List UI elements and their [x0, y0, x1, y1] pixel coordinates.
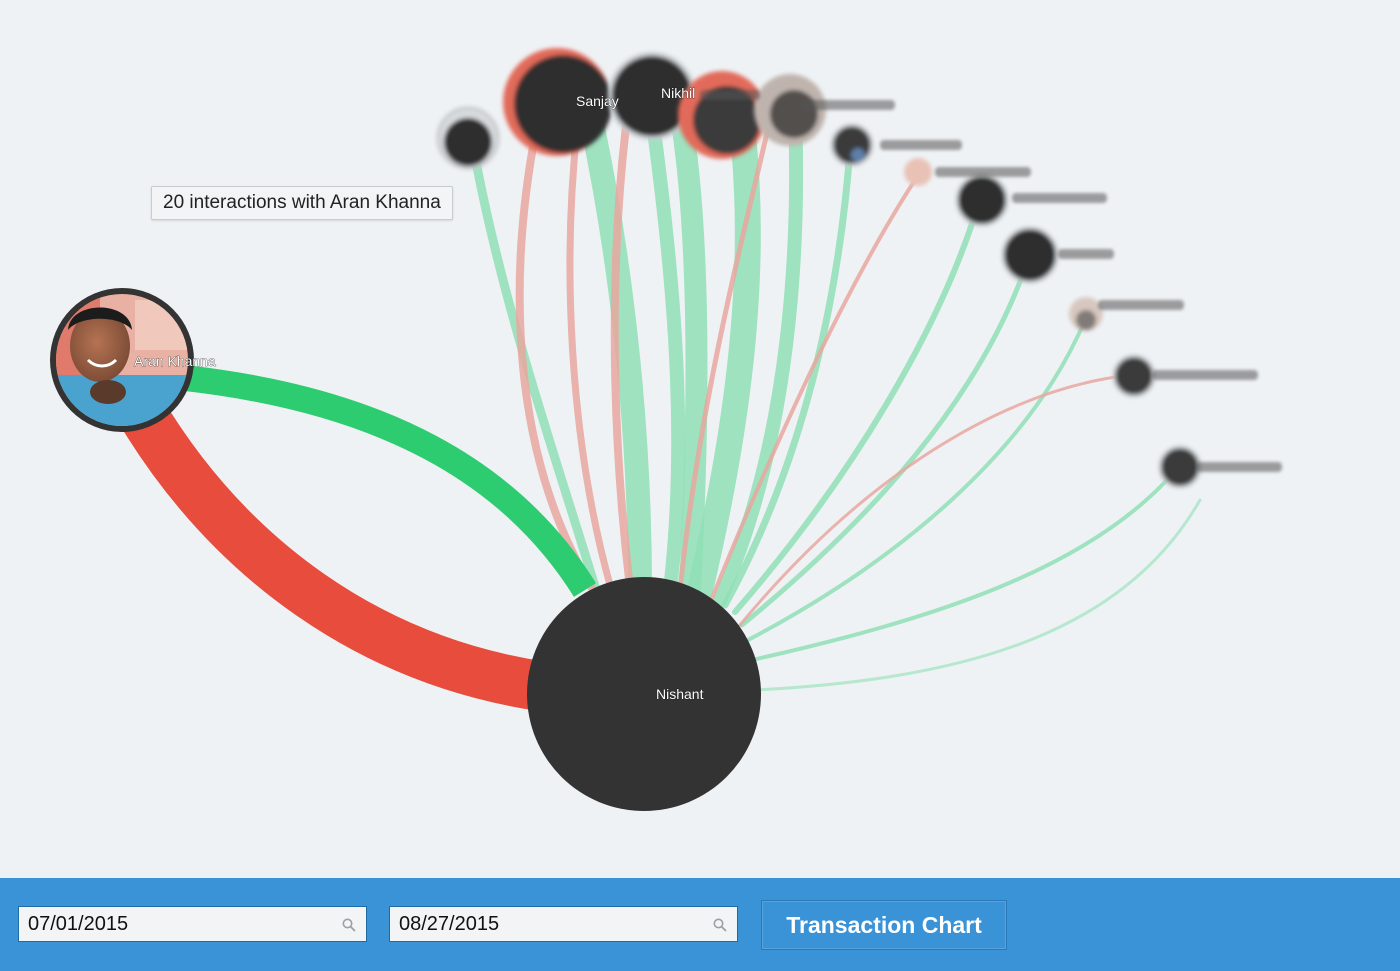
node-dark-1[interactable] [955, 173, 1009, 227]
nikhil-label: Nikhil [661, 85, 695, 101]
edge-green [750, 468, 1178, 662]
start-date-field[interactable] [18, 906, 367, 942]
node-dark-3[interactable] [1112, 354, 1156, 398]
start-date-input[interactable] [19, 907, 366, 941]
end-date-field[interactable] [389, 906, 738, 942]
sanjay-label: Sanjay [576, 93, 619, 109]
search-icon[interactable] [713, 918, 727, 932]
edge-green [746, 318, 1087, 642]
edge-red [738, 373, 1132, 627]
node-group [436, 48, 1202, 489]
node-pale-1[interactable] [1069, 297, 1103, 331]
interaction-graph: Nishant Aran Khanna Sanjay Nikhil [50, 48, 1282, 811]
node-dark-2[interactable] [1001, 226, 1059, 284]
edge-aran-negative [118, 397, 544, 711]
date-toolbar: Transaction Chart [0, 878, 1400, 971]
node-photo-tiny[interactable] [904, 158, 932, 186]
node-aran-khanna[interactable]: Aran Khanna [50, 288, 216, 435]
interaction-tooltip: 20 interactions with Aran Khanna [151, 186, 453, 220]
edge-green [643, 93, 686, 597]
end-date-input[interactable] [390, 907, 737, 941]
transaction-chart-button[interactable]: Transaction Chart [761, 900, 1007, 950]
node-photo-left[interactable] [436, 106, 500, 170]
center-node-label: Nishant [656, 686, 704, 702]
aran-khanna-label: Aran Khanna [134, 353, 216, 369]
node-dark-4[interactable] [1158, 445, 1202, 489]
node-photo-small[interactable] [830, 123, 874, 167]
search-icon[interactable] [342, 918, 356, 932]
center-node[interactable]: Nishant [527, 577, 761, 811]
